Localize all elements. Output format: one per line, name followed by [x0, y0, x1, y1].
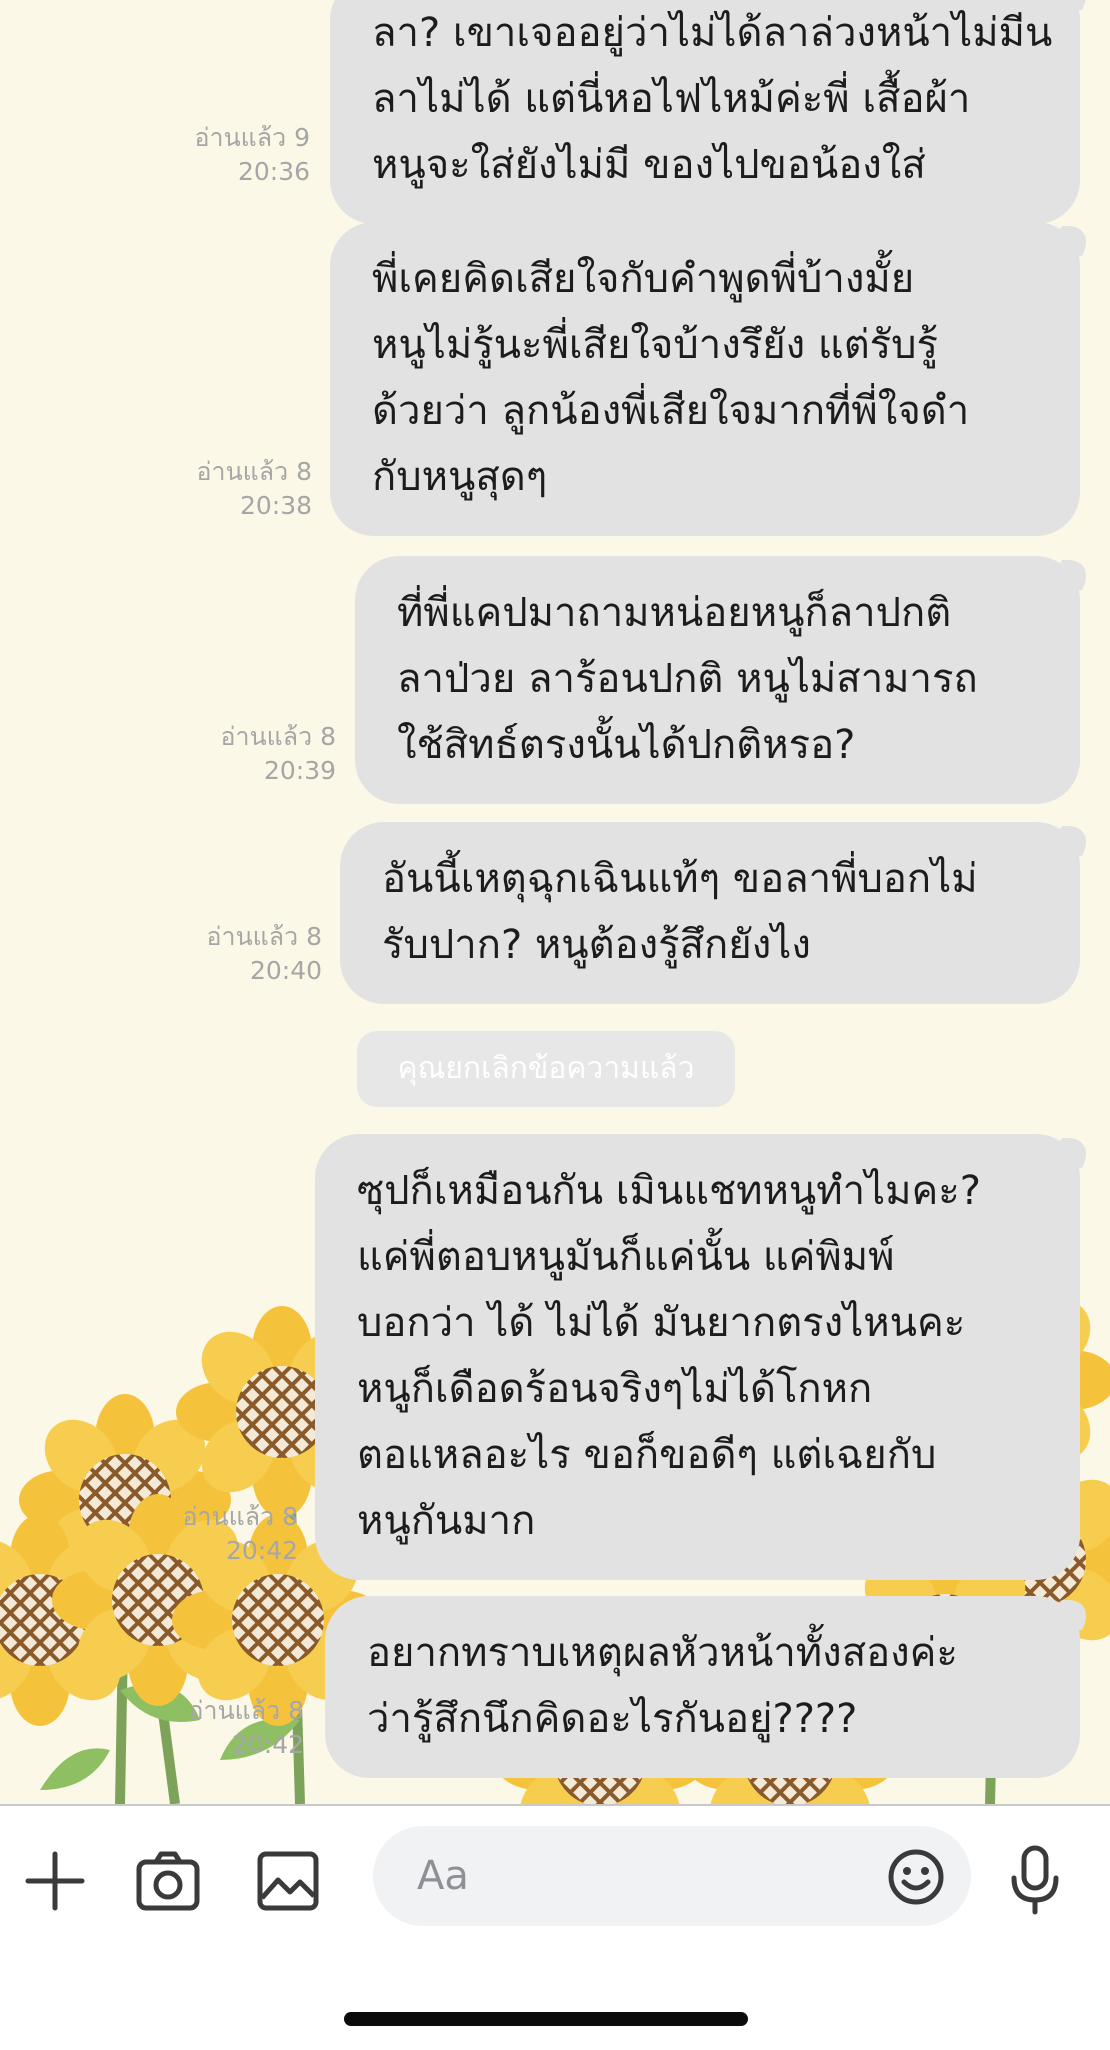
message-line: กับหนูสุดๆ	[372, 454, 548, 500]
message-line: หนูจะใส่ยังไม่มี ของไปขอน้องใส่	[372, 142, 926, 188]
message-line: ด้วยว่า ลูกน้องพี่เสียใจมากที่พี่ใจดำ	[372, 388, 970, 434]
chat-area[interactable]: ลา? เขาเจออยู่ว่าไม่ได้ลาล่วงหน้าไม่มีน …	[0, 0, 1110, 1804]
timestamp: 20:40	[249, 956, 322, 985]
message-row: พี่เคยคิดเสียใจกับคำพูดพี่บ้างมั้ย หนูไม…	[330, 222, 1080, 536]
message-line: ลา? เขาเจออยู่ว่าไม่ได้ลาล่วงหน้าไม่มีน	[372, 10, 1053, 56]
message-line: หนูกันมาก	[357, 1498, 536, 1544]
timestamp: 20:36	[237, 157, 310, 186]
message-bubble[interactable]: ที่พี่แคปมาถามหน่อยหนูก็ลาปกติ ลาป่วย ลา…	[355, 556, 1080, 804]
read-count: อ่านแล้ว 8	[188, 1696, 304, 1725]
camera-icon[interactable]	[134, 1848, 202, 1914]
read-count: อ่านแล้ว 8	[196, 457, 312, 486]
message-bubble[interactable]: พี่เคยคิดเสียใจกับคำพูดพี่บ้างมั้ย หนูไม…	[330, 222, 1080, 536]
message-line: แค่พี่ตอบหนูมันก็แค่นั้น แค่พิมพ์	[357, 1234, 895, 1280]
message-line: บอกว่า ได้ ไม่ได้ มันยากตรงไหนคะ	[357, 1300, 966, 1346]
message-row: ลา? เขาเจออยู่ว่าไม่ได้ลาล่วงหน้าไม่มีน …	[330, 0, 1080, 224]
message-row: ที่พี่แคปมาถามหน่อยหนูก็ลาปกติ ลาป่วย ลา…	[355, 556, 1080, 804]
read-receipt: อ่านแล้ว 8 20:42	[189, 1694, 304, 1762]
read-receipt: อ่านแล้ว 8 20:39	[221, 720, 336, 788]
message-input-placeholder: Aa	[417, 1853, 469, 1899]
message-line: ว่ารู้สึกนึกคิดอะไรกันอยู่????	[367, 1696, 858, 1742]
message-row: อยากทราบเหตุผลหัวหน้าทั้งสองค่ะ ว่ารู้สึ…	[325, 1596, 1080, 1778]
timestamp: 20:42	[225, 1536, 298, 1565]
unsent-message-notice: คุณยกเลิกข้อความแล้ว	[357, 1031, 735, 1107]
emoji-icon[interactable]	[887, 1848, 945, 1906]
plus-icon[interactable]	[22, 1848, 88, 1914]
message-row: ซุปก็เหมือนกัน เมินแชทหนูทำไมคะ? แค่พี่ต…	[315, 1134, 1080, 1580]
home-indicator[interactable]	[344, 2012, 748, 2026]
read-receipt: อ่านแล้ว 8 20:38	[197, 455, 312, 523]
message-bubble[interactable]: อันนี้เหตุฉุกเฉินแท้ๆ ขอลาพี่บอกไม่ รับป…	[340, 822, 1080, 1004]
image-icon[interactable]	[256, 1850, 320, 1912]
message-bubble[interactable]: ซุปก็เหมือนกัน เมินแชทหนูทำไมคะ? แค่พี่ต…	[315, 1134, 1080, 1580]
message-line: หนูก็เดือดร้อนจริงๆไม่ได้โกหก	[357, 1366, 873, 1412]
read-receipt: อ่านแล้ว 8 20:42	[183, 1500, 298, 1568]
message-line: พี่เคยคิดเสียใจกับคำพูดพี่บ้างมั้ย	[372, 256, 915, 302]
timestamp: 20:38	[239, 491, 312, 520]
message-bubble[interactable]: อยากทราบเหตุผลหัวหน้าทั้งสองค่ะ ว่ารู้สึ…	[325, 1596, 1080, 1778]
read-count: อ่านแล้ว 8	[220, 722, 336, 751]
message-input[interactable]: Aa	[373, 1826, 971, 1926]
read-receipt: อ่านแล้ว 9 20:36	[195, 121, 310, 189]
message-line: ลาไม่ได้ แต่นี่หอไฟไหม้ค่ะพี่ เสื้อผ้า	[372, 76, 971, 122]
message-line: ที่พี่แคปมาถามหน่อยหนูก็ลาปกติ	[397, 590, 952, 636]
read-count: อ่านแล้ว 9	[194, 123, 310, 152]
message-line: ลาป่วย ลาร้อนปกติ หนูไม่สามารถ	[397, 656, 978, 702]
message-line: หนูไม่รู้นะพี่เสียใจบ้างรึยัง แต่รับรู้	[372, 322, 939, 368]
message-line: ใช้สิทธ์ตรงนั้นได้ปกติหรอ?	[397, 722, 856, 768]
timestamp: 20:39	[263, 756, 336, 785]
read-receipt: อ่านแล้ว 8 20:40	[207, 920, 322, 988]
message-line: อยากทราบเหตุผลหัวหน้าทั้งสองค่ะ	[367, 1630, 958, 1676]
message-line: อันนี้เหตุฉุกเฉินแท้ๆ ขอลาพี่บอกไม่	[382, 856, 978, 902]
read-count: อ่านแล้ว 8	[206, 922, 322, 951]
message-line: ซุปก็เหมือนกัน เมินแชทหนูทำไมคะ?	[357, 1168, 981, 1214]
message-line: ตอแหลอะไร ขอก็ขอดีๆ แต่เฉยกับ	[357, 1432, 937, 1478]
message-bubble[interactable]: ลา? เขาเจออยู่ว่าไม่ได้ลาล่วงหน้าไม่มีน …	[330, 0, 1080, 224]
message-line: รับปาก? หนูต้องรู้สึกยังไง	[382, 922, 811, 968]
microphone-icon[interactable]	[1007, 1844, 1063, 1916]
timestamp: 20:42	[231, 1730, 304, 1759]
read-count: อ่านแล้ว 8	[182, 1502, 298, 1531]
message-row: อันนี้เหตุฉุกเฉินแท้ๆ ขอลาพี่บอกไม่ รับป…	[340, 822, 1080, 1004]
